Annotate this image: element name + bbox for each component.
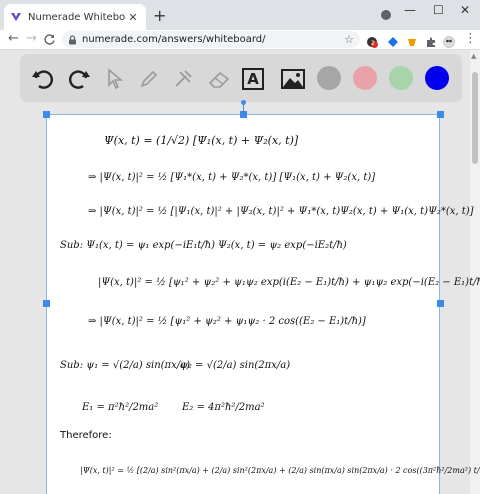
equation-line-8-e2: E₂ = 4π²ħ²/2ma²: [182, 402, 265, 413]
tool-palette: A: [20, 54, 462, 102]
pen-tool[interactable]: [136, 66, 162, 92]
equation-line-7-psi2: ψ₂ = √(2/a) sin(2πx/a): [180, 360, 291, 371]
page-scrollbar[interactable]: ▲: [470, 50, 480, 494]
text-tool-icon: A: [247, 70, 259, 88]
new-tab-button[interactable]: +: [153, 6, 166, 25]
text-tool[interactable]: A: [242, 68, 264, 90]
resize-handle-top-center[interactable]: [240, 111, 247, 118]
maximize-button[interactable]: ☐: [433, 3, 444, 17]
redo-button[interactable]: [66, 66, 92, 92]
equation-line-2: ⇒ |Ψ(x, t)|² = ½ [Ψ₁*(x, t) + Ψ₂*(x, t)]…: [88, 172, 376, 183]
resize-handle-top-right[interactable]: [437, 111, 444, 118]
tab-close-icon[interactable]: ✕: [126, 11, 140, 24]
extension-icon-orange[interactable]: [406, 33, 418, 46]
tab-title: Numerade Whiteboard: [28, 11, 126, 23]
back-button[interactable]: ←: [8, 31, 19, 46]
equation-line-5: |Ψ(x, t)|² = ½ [ψ₁² + ψ₂² + ψ₁ψ₂ exp(i(E…: [98, 277, 480, 288]
close-window-button[interactable]: ✕: [460, 3, 470, 17]
numerade-logo-icon: [11, 13, 21, 21]
tab-strip: Numerade Whiteboard ✕ + — ☐ ✕: [0, 0, 480, 30]
color-swatch-blue[interactable]: [425, 66, 449, 90]
forward-button[interactable]: →: [26, 31, 37, 46]
rotate-handle[interactable]: [241, 100, 246, 105]
resize-handle-middle-right[interactable]: [437, 300, 444, 307]
color-swatch-green[interactable]: [389, 66, 413, 90]
eraser-tool[interactable]: [206, 66, 232, 92]
equation-line-7-psi1: Sub: ψ₁ = √(2/a) sin(πx/a): [60, 360, 190, 371]
tab-search-icon[interactable]: [381, 10, 391, 20]
wrench-hammer-icon: [175, 70, 192, 87]
profile-avatar-icon[interactable]: [443, 33, 455, 48]
equation-line-4-psi1: Sub: Ψ₁(x, t) = ψ₁ exp(−iE₁t/ħ): [60, 240, 216, 251]
color-swatch-gray[interactable]: [317, 66, 341, 90]
redo-icon: [68, 70, 90, 89]
equation-line-4-psi2: Ψ₂(x, t) = ψ₂ exp(−iE₂t/ħ): [218, 240, 347, 251]
image-tool[interactable]: [280, 66, 306, 92]
tools-button[interactable]: [170, 66, 196, 92]
browser-tab[interactable]: Numerade Whiteboard ✕: [4, 4, 146, 30]
bookmark-star-icon[interactable]: ☆: [344, 33, 354, 46]
url-text: numerade.com/answers/whiteboard/: [82, 34, 266, 45]
extensions-puzzle-icon[interactable]: [425, 33, 437, 47]
extension-badge: 2: [371, 40, 375, 47]
select-tool[interactable]: [102, 66, 128, 92]
eraser-icon: [208, 71, 230, 88]
scroll-thumb[interactable]: [472, 72, 478, 164]
lock-icon: [69, 34, 76, 44]
extension-icon-blue[interactable]: [387, 33, 399, 47]
equation-line-3: ⇒ |Ψ(x, t)|² = ½ [|Ψ₁(x, t)|² + |Ψ₂(x, t…: [88, 206, 474, 217]
scroll-up-arrow-icon[interactable]: ▲: [471, 52, 476, 60]
undo-button[interactable]: [30, 66, 56, 92]
chrome-menu-icon[interactable]: ⋮: [464, 31, 477, 46]
resize-handle-top-left[interactable]: [43, 111, 50, 118]
equation-line-8-e1: E₁ = π²ħ²/2ma²: [82, 402, 159, 413]
equation-line-10: |Ψ(x, t)|² = ½ [(2/a) sin²(πx/a) + (2/a)…: [80, 466, 480, 475]
equation-line-6: ⇒ |Ψ(x, t)|² = ½ [ψ₁² + ψ₂² + ψ₁ψ₂ · 2 c…: [88, 316, 366, 327]
address-bar[interactable]: numerade.com/answers/whiteboard/ ☆: [62, 31, 360, 48]
cursor-icon: [108, 68, 124, 90]
image-icon: [281, 69, 305, 89]
equation-line-1: Ψ(x, t) = (1/√2) [Ψ₁(x, t) + Ψ₂(x, t)]: [104, 134, 299, 147]
therefore-label: Therefore:: [60, 430, 112, 441]
reload-icon[interactable]: [43, 33, 56, 46]
browser-toolbar: ← → numerade.com/answers/whiteboard/ ☆ 2: [0, 30, 480, 50]
resize-handle-middle-left[interactable]: [43, 300, 50, 307]
pencil-icon: [140, 70, 158, 88]
minimize-button[interactable]: —: [404, 3, 416, 17]
color-swatch-pink[interactable]: [353, 66, 377, 90]
undo-icon: [32, 70, 54, 89]
